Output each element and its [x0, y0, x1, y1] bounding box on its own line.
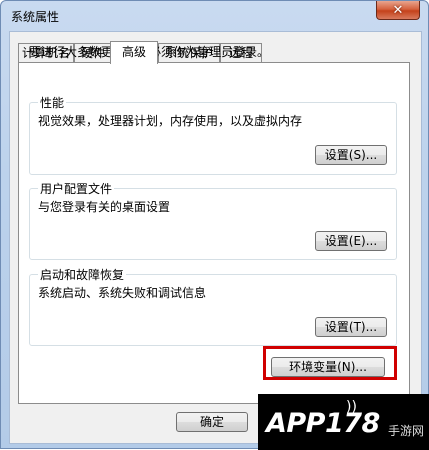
user-profiles-desc: 与您登录有关的桌面设置	[38, 200, 171, 214]
user-profiles-group: 用户配置文件 与您登录有关的桌面设置 设置(E)...	[29, 180, 397, 260]
watermark-logo: )) APP178 手游网	[258, 394, 429, 450]
startup-recovery-settings-button[interactable]: 设置(T)...	[315, 317, 387, 337]
performance-group: 性能 视觉效果，处理器计划，内存使用，以及虚拟内存 设置(S)...	[29, 94, 397, 175]
performance-title: 性能	[38, 94, 67, 111]
startup-recovery-desc: 系统启动、系统失败和调试信息	[38, 286, 207, 300]
performance-desc: 视觉效果，处理器计划，内存使用，以及虚拟内存	[38, 114, 303, 128]
performance-settings-button[interactable]: 设置(S)...	[315, 145, 387, 165]
startup-recovery-title: 启动和故障恢复	[38, 266, 127, 283]
close-button[interactable]: ✕	[376, 1, 420, 20]
user-profiles-title: 用户配置文件	[38, 180, 115, 197]
startup-recovery-group: 启动和故障恢复 系统启动、系统失败和调试信息 设置(T)...	[29, 266, 397, 346]
system-properties-window: 系统属性 ✕ 计算机名 硬件 高级 系统保护 远程 要进行大多数更改，您必须作为…	[0, 0, 429, 450]
window-title: 系统属性	[11, 10, 60, 24]
ok-button[interactable]: 确定	[176, 412, 248, 432]
highlight-box	[263, 346, 397, 380]
close-icon: ✕	[392, 2, 404, 18]
user-profiles-settings-button[interactable]: 设置(E)...	[315, 231, 387, 251]
watermark-text: APP178	[266, 408, 380, 439]
tab-advanced[interactable]: 高级	[110, 41, 158, 64]
watermark-subtext: 手游网	[387, 424, 424, 438]
title-bar[interactable]: 系统属性 ✕	[1, 1, 428, 29]
